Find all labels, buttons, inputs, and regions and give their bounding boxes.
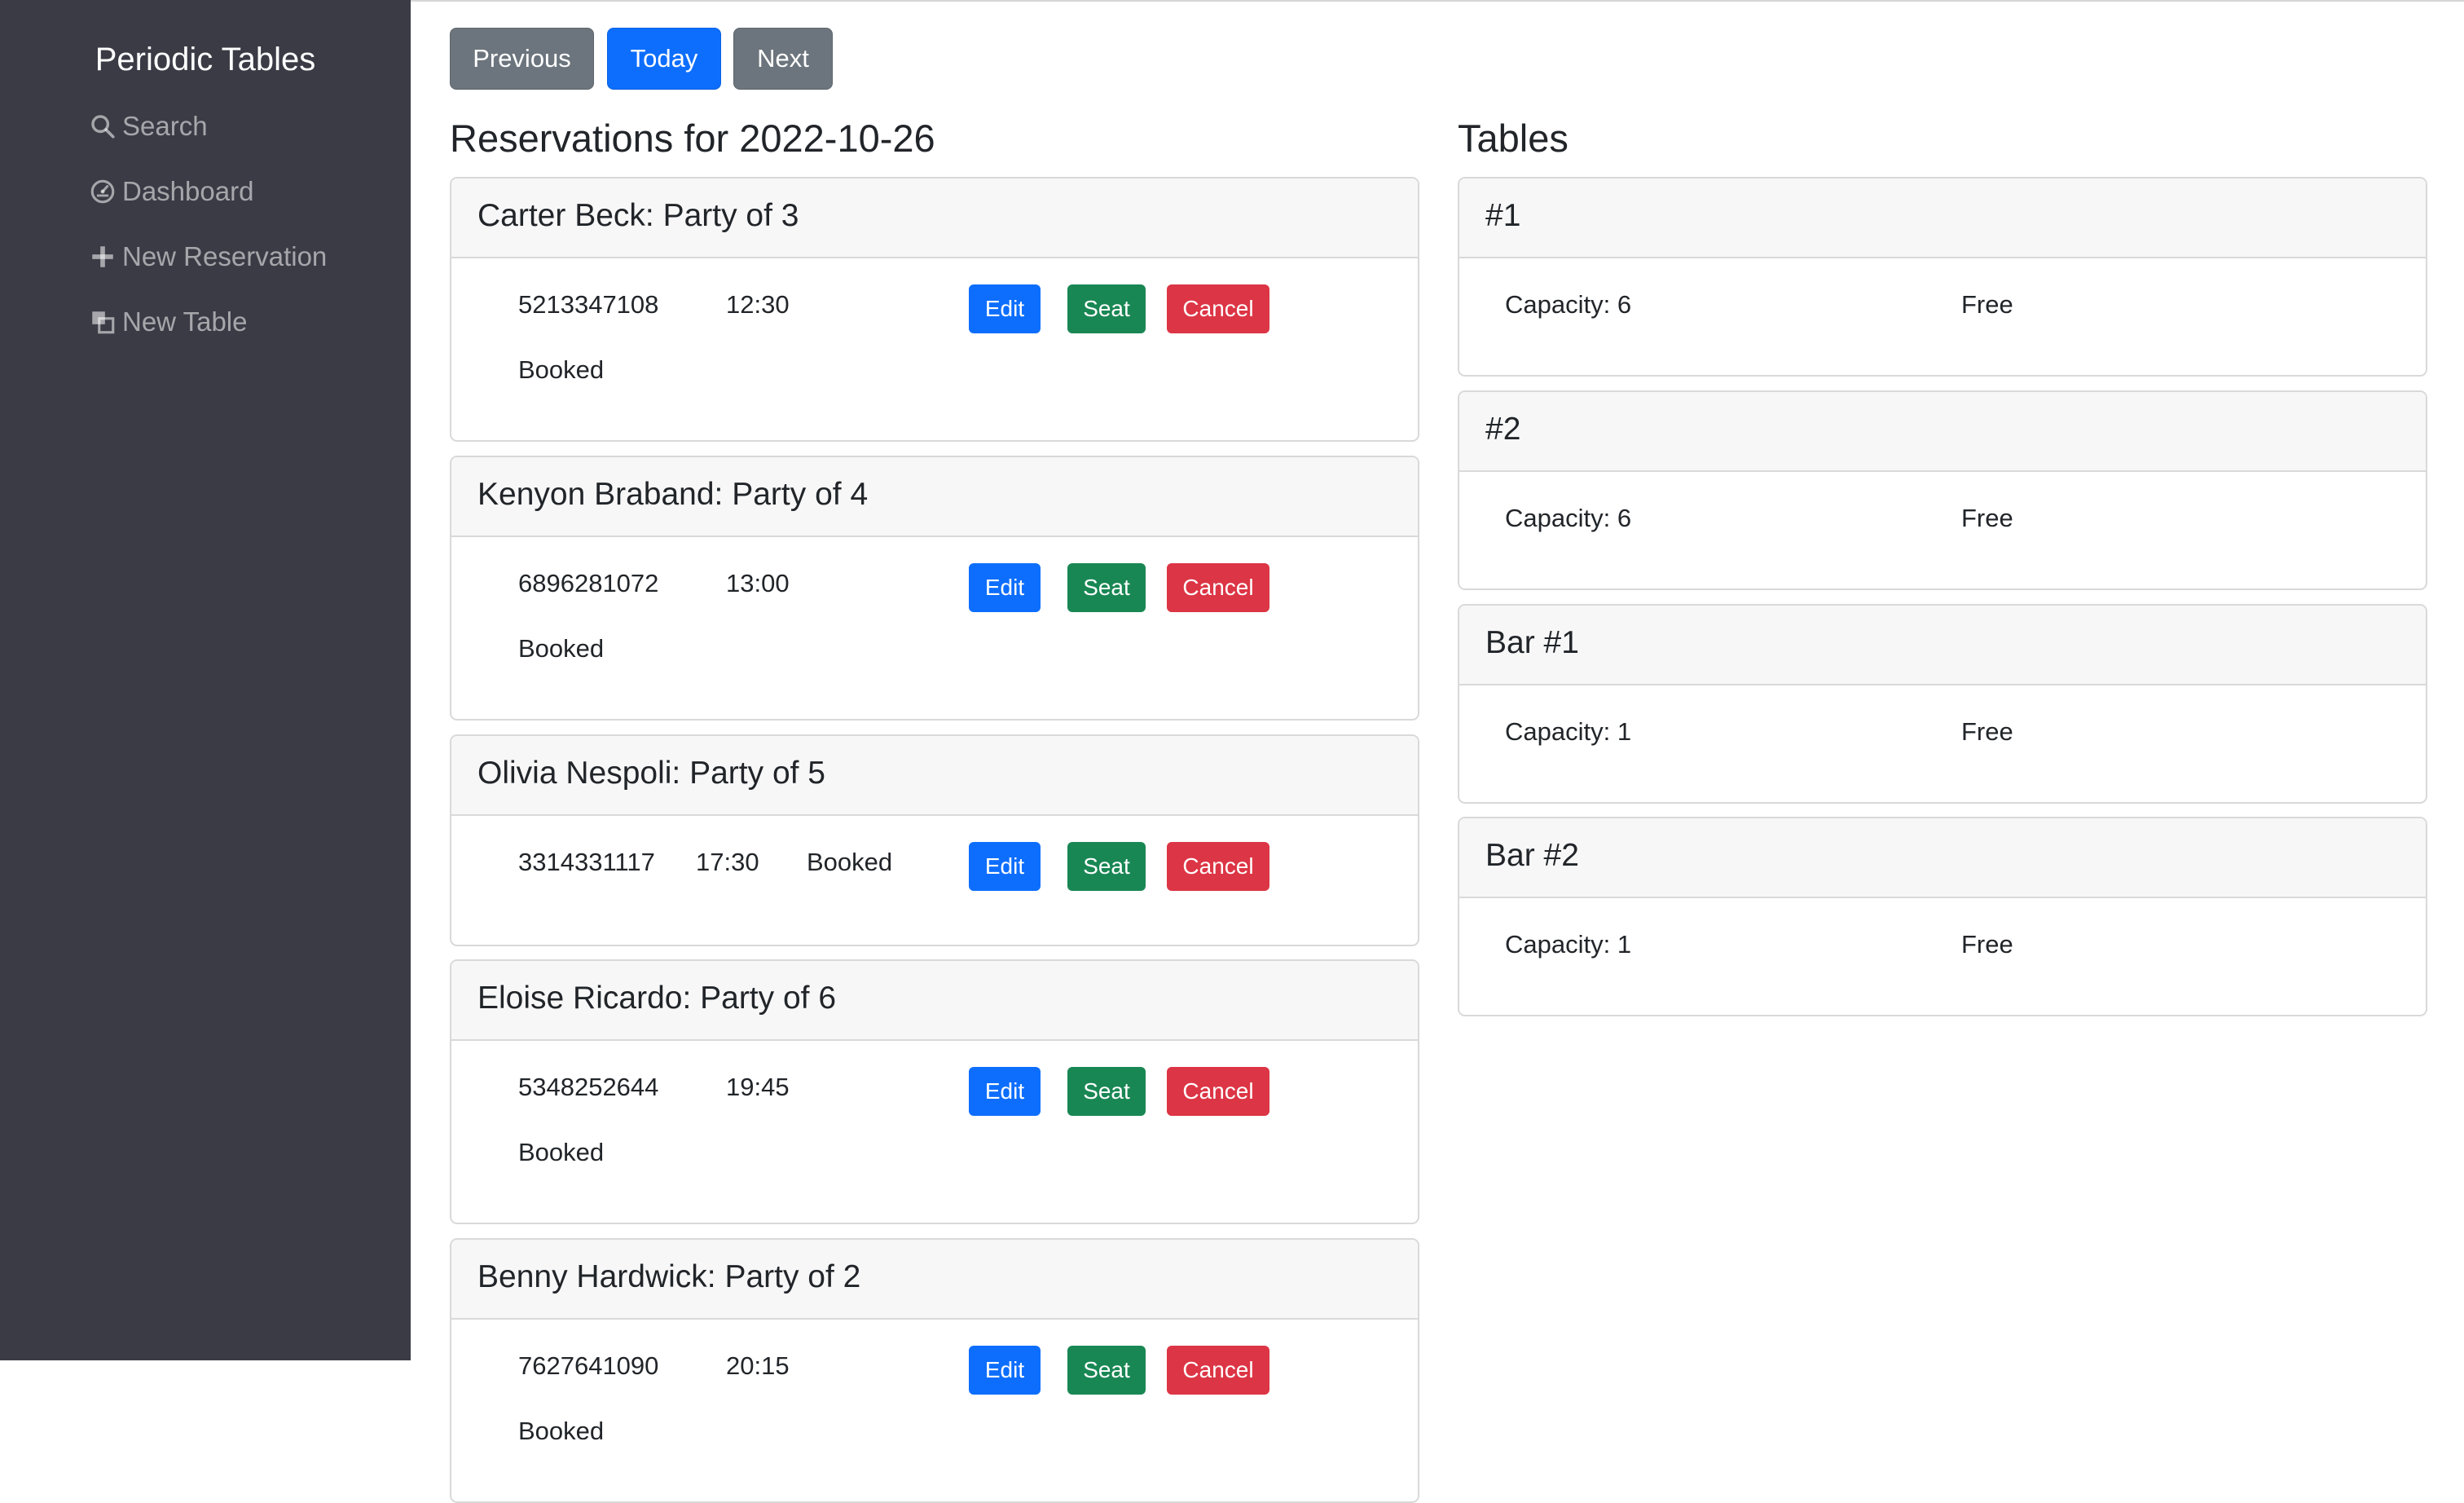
- plus-icon: [88, 242, 117, 271]
- reservation-time: 20:15: [726, 1351, 790, 1380]
- previous-button[interactable]: Previous: [450, 28, 594, 90]
- edit-button[interactable]: Edit: [969, 1346, 1041, 1395]
- table-status: Free: [1961, 290, 2013, 319]
- card-header: Bar #2: [1459, 818, 2426, 898]
- reservation-card: Carter Beck: Party of 3 5213347108 12:30…: [450, 177, 1419, 442]
- reservation-phone: 6896281072: [518, 569, 659, 597]
- card-header: Bar #1: [1459, 606, 2426, 685]
- cancel-button[interactable]: Cancel: [1167, 842, 1269, 891]
- reservation-status: Booked: [518, 634, 605, 663]
- card-header: Kenyon Braband: Party of 4: [451, 457, 1418, 537]
- sidebar-item-new-table[interactable]: New Table: [88, 302, 247, 342]
- reservation-title: Olivia Nespoli: Party of 5: [477, 756, 826, 791]
- table-name: #2: [1485, 412, 1521, 447]
- reservation-phone: 5348252644: [518, 1073, 659, 1101]
- card-header: Carter Beck: Party of 3: [451, 179, 1418, 258]
- sidebar-item-label: Dashboard: [122, 176, 254, 206]
- sidebar-item-label: Search: [122, 111, 208, 141]
- seat-button[interactable]: Seat: [1067, 563, 1146, 612]
- reservation-card: Benny Hardwick: Party of 2 7627641090 20…: [450, 1238, 1419, 1503]
- reservation-card: Eloise Ricardo: Party of 6 5348252644 19…: [450, 959, 1419, 1224]
- reservation-card: Kenyon Braband: Party of 4 6896281072 13…: [450, 456, 1419, 721]
- cancel-button[interactable]: Cancel: [1167, 1067, 1269, 1116]
- table-card: Bar #2 Capacity: 1 Free: [1458, 817, 2427, 1016]
- card-header: Eloise Ricardo: Party of 6: [451, 961, 1418, 1041]
- reservation-title: Carter Beck: Party of 3: [477, 198, 799, 233]
- sidebar-item-dashboard[interactable]: Dashboard: [88, 172, 253, 211]
- sidebar-item-search[interactable]: Search: [88, 107, 208, 146]
- card-header: Benny Hardwick: Party of 2: [451, 1240, 1418, 1320]
- table-name: Bar #2: [1485, 838, 1579, 873]
- table-icon: [88, 307, 117, 337]
- reservation-status: Booked: [807, 848, 893, 876]
- reservation-title: Kenyon Braband: Party of 4: [477, 477, 869, 512]
- sidebar-item-label: New Table: [122, 306, 248, 337]
- table-card: #1 Capacity: 6 Free: [1458, 177, 2427, 377]
- table-capacity: Capacity: 1: [1505, 717, 1632, 746]
- reservations-title: Reservations for 2022-10-26: [450, 117, 935, 160]
- search-icon: [88, 112, 117, 141]
- table-capacity: Capacity: 6: [1505, 290, 1632, 319]
- reservation-card: Olivia Nespoli: Party of 5 3314331117 17…: [450, 734, 1419, 946]
- seat-button[interactable]: Seat: [1067, 284, 1146, 333]
- seat-button[interactable]: Seat: [1067, 1346, 1146, 1395]
- table-status: Free: [1961, 930, 2013, 959]
- reservation-phone: 5213347108: [518, 290, 659, 319]
- reservation-phone: 3314331117: [518, 848, 655, 876]
- today-button[interactable]: Today: [607, 28, 721, 90]
- table-name: #1: [1485, 198, 1521, 233]
- reservation-status: Booked: [518, 1138, 605, 1166]
- table-card: Bar #1 Capacity: 1 Free: [1458, 604, 2427, 804]
- seat-button[interactable]: Seat: [1067, 1067, 1146, 1116]
- sidebar-item-new-reservation[interactable]: New Reservation: [88, 237, 327, 276]
- reservation-time: 19:45: [726, 1073, 790, 1101]
- cancel-button[interactable]: Cancel: [1167, 563, 1269, 612]
- reservation-status: Booked: [518, 355, 605, 384]
- table-card: #2 Capacity: 6 Free: [1458, 390, 2427, 590]
- reservation-time: 13:00: [726, 569, 790, 597]
- tables-title: Tables: [1458, 117, 1569, 160]
- reservation-title: Eloise Ricardo: Party of 6: [477, 981, 837, 1016]
- table-status: Free: [1961, 717, 2013, 746]
- reservation-title: Benny Hardwick: Party of 2: [477, 1259, 861, 1294]
- next-button[interactable]: Next: [733, 28, 833, 90]
- table-capacity: Capacity: 1: [1505, 930, 1632, 959]
- reservation-status: Booked: [518, 1417, 605, 1445]
- card-header: Olivia Nespoli: Party of 5: [451, 736, 1418, 816]
- edit-button[interactable]: Edit: [969, 1067, 1041, 1116]
- cancel-button[interactable]: Cancel: [1167, 284, 1269, 333]
- edit-button[interactable]: Edit: [969, 842, 1041, 891]
- dashboard-icon: [88, 177, 117, 206]
- reservation-time: 12:30: [726, 290, 790, 319]
- table-name: Bar #1: [1485, 625, 1579, 660]
- table-capacity: Capacity: 6: [1505, 504, 1632, 532]
- table-status: Free: [1961, 504, 2013, 532]
- card-header: #1: [1459, 179, 2426, 258]
- reservation-time: 17:30: [696, 848, 759, 876]
- sidebar: Periodic Tables Search Dashboard New Res…: [0, 0, 411, 1360]
- edit-button[interactable]: Edit: [969, 284, 1041, 333]
- card-header: #2: [1459, 392, 2426, 472]
- sidebar-item-label: New Reservation: [122, 241, 328, 271]
- reservation-phone: 7627641090: [518, 1351, 659, 1380]
- main-content: Previous Today Next Reservations for 202…: [411, 0, 2464, 1503]
- edit-button[interactable]: Edit: [969, 563, 1041, 612]
- seat-button[interactable]: Seat: [1067, 842, 1146, 891]
- cancel-button[interactable]: Cancel: [1167, 1346, 1269, 1395]
- brand-title[interactable]: Periodic Tables: [0, 37, 411, 82]
